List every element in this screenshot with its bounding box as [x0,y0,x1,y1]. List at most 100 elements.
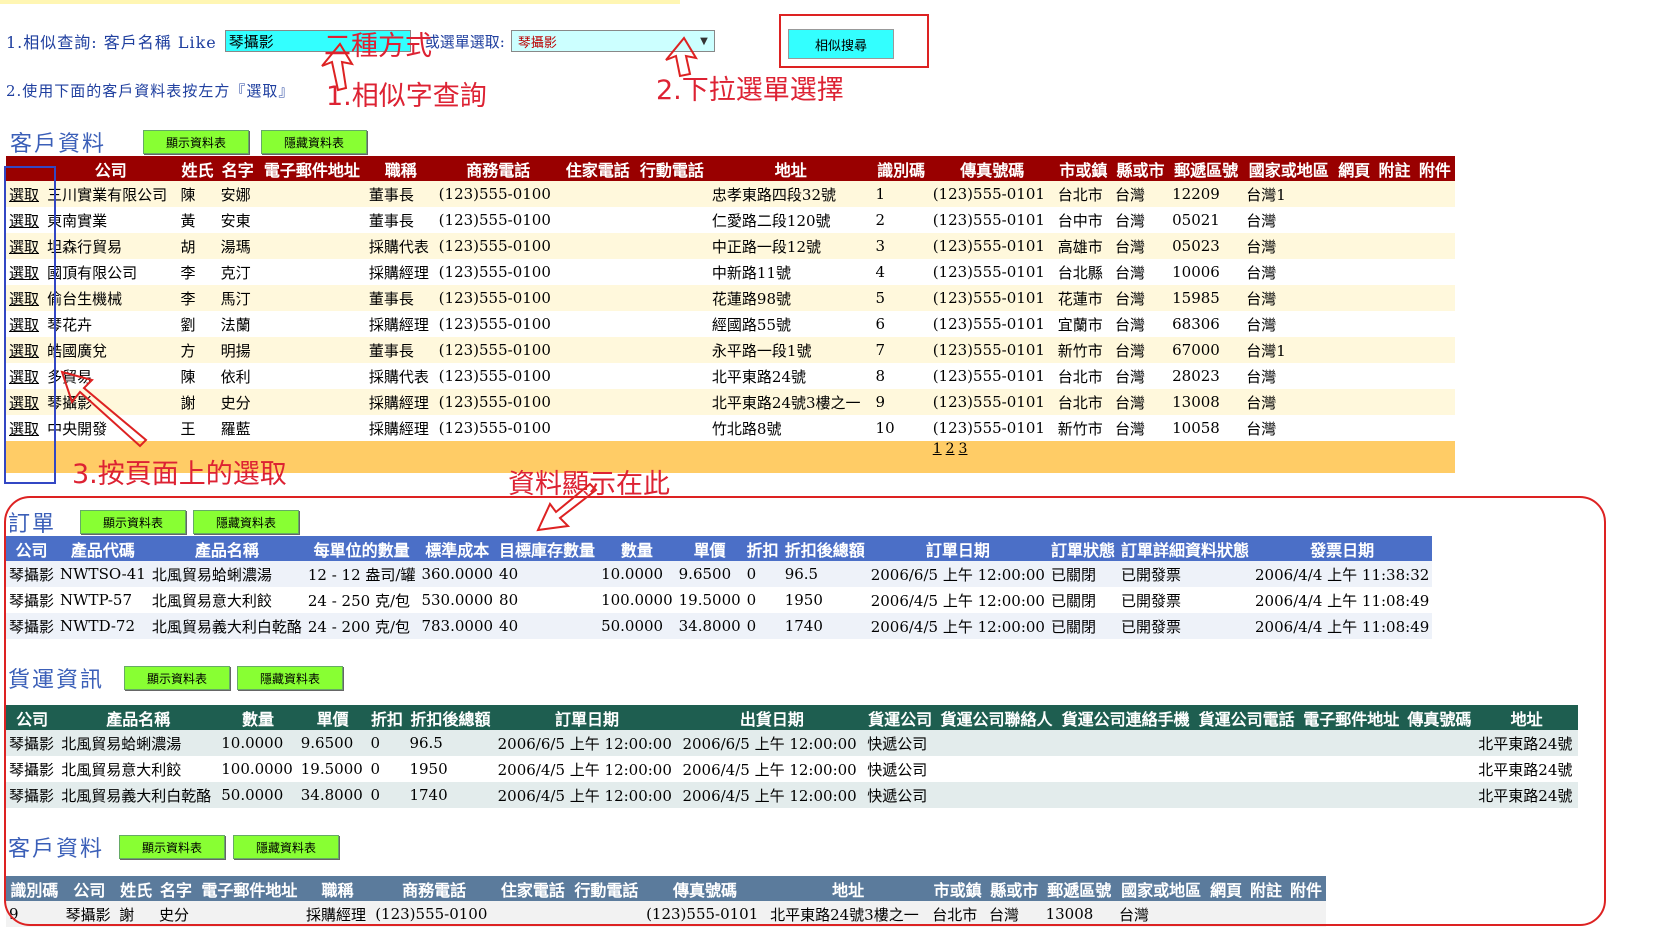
table-cell: 7 [872,337,930,363]
table-cell: 皓國廣兌 [44,337,178,363]
table-cell: 北平東路24號 [708,363,873,389]
table-cell [1334,181,1375,207]
dropdown-annotation: 2.下拉選單選擇 [656,75,844,106]
table-cell: 68306 [1169,311,1244,337]
column-header: 附註 [1374,156,1415,181]
table-cell [1374,363,1415,389]
table-cell: 坦森行貿易 [44,233,178,259]
or-select-label: 或選單選取: [424,32,505,51]
table-cell [1414,285,1455,311]
top-strip [0,0,680,4]
table-cell: 羅藍 [217,415,258,441]
table-cell [1374,337,1415,363]
table-cell [634,389,709,415]
table-cell: 10006 [1169,259,1244,285]
table-cell: 3 [872,233,930,259]
table-cell [1374,181,1415,207]
two-ways-annotation: 二種方式 [324,31,432,62]
table-cell [634,285,709,311]
table-row: 選取 皓國廣兌方明揚 董事長 (123)555-0100 永平路一段1號 7 (123)55… [6,337,1455,363]
page-link[interactable]: 2 [946,441,955,457]
table-row: 選取 坦森行貿易胡湯瑪 採購代表 (123)555-0100 中正路一段12號 3 (123… [6,233,1455,259]
table-cell: (123)555-0100 [435,311,561,337]
table-cell [1374,415,1415,441]
results-highlight-box [4,496,1606,926]
table-cell: 明揚 [217,337,258,363]
table-cell: 9 [872,389,930,415]
table-cell: 採購經理 [365,415,436,441]
customer-hide-table-button[interactable]: 隱藏資料表 [261,130,367,154]
customer-show-table-button[interactable]: 顯示資料表 [143,130,249,154]
column-header: 電子郵件地址 [257,156,366,181]
table-cell [634,363,709,389]
table-cell [257,389,366,415]
table-cell [560,233,635,259]
page-link[interactable]: 1 [933,441,942,457]
table-cell: 胡 [177,233,218,259]
table-cell: 宜蘭市 [1054,311,1112,337]
table-cell: 克汀 [217,259,258,285]
table-cell: 台灣 [1111,389,1170,415]
table-cell [634,415,709,441]
page-link[interactable]: 3 [959,441,968,457]
table-cell [257,311,366,337]
table-cell: 台灣 [1111,311,1170,337]
column-header: 住家電話 [560,156,635,181]
table-cell: 台灣 [1243,311,1335,337]
table-cell: (123)555-0100 [435,207,561,233]
table-cell: 台灣 [1243,415,1335,441]
table-cell: 董事長 [365,207,436,233]
table-row: 選取 東南實業黃安東 董事長 (123)555-0100 仁愛路二段120號 2 (123)… [6,207,1455,233]
table-cell: (123)555-0100 [435,233,561,259]
table-cell [257,415,366,441]
table-cell [1334,363,1375,389]
table-cell: 台灣 [1243,285,1335,311]
table-cell [1334,389,1375,415]
table-cell: 陳 [177,363,218,389]
table-cell [560,363,635,389]
table-cell [1414,389,1455,415]
table-cell: 東南實業 [44,207,178,233]
table-cell: 台灣 [1111,337,1170,363]
table-cell: (123)555-0101 [929,389,1055,415]
column-header: 地址 [708,156,873,181]
table-cell: 6 [872,311,930,337]
table-cell: 台灣 [1243,389,1335,415]
table-cell: 2 [872,207,930,233]
table-cell [1374,207,1415,233]
table-cell: 台北市 [1054,363,1112,389]
table-cell [1374,233,1415,259]
column-header: 識別碼 [872,156,930,181]
table-cell [1334,259,1375,285]
table-cell [560,181,635,207]
table-cell: (123)555-0100 [435,181,561,207]
table-cell: 67000 [1169,337,1244,363]
table-cell [634,207,709,233]
table-cell: 王 [177,415,218,441]
table-cell: 謝 [177,389,218,415]
table-cell: 1 [872,181,930,207]
table-cell: 15985 [1169,285,1244,311]
column-header: 名字 [217,156,258,181]
table-cell: (123)555-0101 [929,311,1055,337]
table-cell: 花蓮市 [1054,285,1112,311]
table-cell [560,207,635,233]
customer-select-dropdown[interactable]: 琴攝影 ▼ [510,30,715,52]
table-cell: 方 [177,337,218,363]
table-cell [257,285,366,311]
table-cell: 李 [177,259,218,285]
table-cell: 琴攝影 [44,389,178,415]
similar-query-label: 1.相似查詢: 客戶名稱 Like [6,33,217,52]
pager-cell: 123 [929,441,1455,473]
table-cell: 採購經理 [365,259,436,285]
table-cell [1414,207,1455,233]
customer-table: 公司 姓氏 名字 電子郵件地址 職稱 商務電話 住家電話 行動電話 地址 識別碼 傳真號碼 市或鎮 縣或… [6,156,1455,473]
table-cell: 台北縣 [1054,259,1112,285]
chevron-down-icon[interactable]: ▼ [700,36,708,47]
table-cell [1374,389,1415,415]
table-cell: 花蓮路98號 [708,285,873,311]
select-column-highlight-box [4,166,56,484]
table-cell [257,259,366,285]
table-cell: 新竹市 [1054,337,1112,363]
table-cell: 13008 [1169,389,1244,415]
